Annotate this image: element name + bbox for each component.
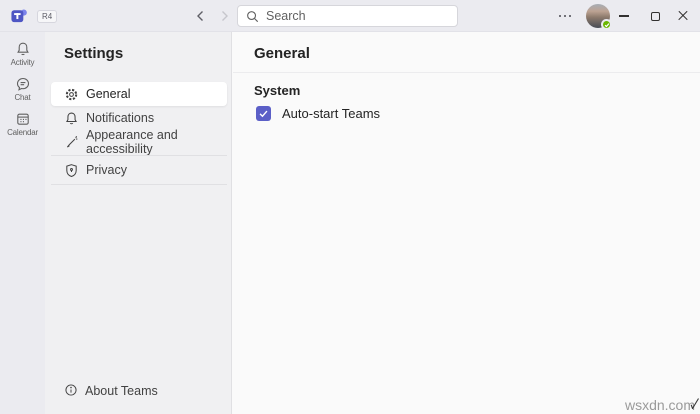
watermark: wsxdn.com <box>624 397 695 413</box>
chat-icon <box>16 77 29 91</box>
close-button[interactable] <box>672 0 694 32</box>
checkmark-icon <box>259 110 268 118</box>
teams-logo-icon <box>10 7 28 25</box>
calendar-icon <box>16 113 29 125</box>
ring-badge: R4 <box>37 10 58 23</box>
search-input[interactable] <box>266 9 449 23</box>
maximize-icon <box>650 11 660 21</box>
presence-available-icon <box>601 19 612 30</box>
teams-settings-window: R4 Search Activity Chat Calendar Setting… <box>0 0 700 414</box>
sidebar-item-privacy[interactable]: Privacy <box>51 158 227 182</box>
sidebar-item-notifications[interactable]: Notifications <box>51 106 227 130</box>
sidebar-divider <box>51 184 227 185</box>
minimize-icon <box>619 15 629 17</box>
page-title: General <box>254 45 310 62</box>
autostart-checkbox[interactable] <box>256 106 271 121</box>
cursor-icon <box>689 396 699 414</box>
back-button[interactable] <box>193 8 209 24</box>
chevron-left-icon <box>197 11 203 21</box>
sidebar-item-label: Privacy <box>86 163 127 177</box>
rail-item-calendar[interactable]: Calendar <box>0 107 45 140</box>
autostart-setting-row: Auto-start Teams <box>256 106 380 121</box>
autostart-label: Auto-start Teams <box>282 106 381 121</box>
sidebar-item-label: Appearance and accessibility <box>86 128 178 156</box>
sidebar-divider <box>51 155 227 156</box>
forward-button[interactable] <box>216 8 232 24</box>
rail-item-chat[interactable]: Chat <box>0 72 45 105</box>
search-box[interactable] <box>237 5 458 27</box>
more-options-button[interactable] <box>556 12 574 20</box>
app-rail: Activity Chat Calendar <box>0 32 45 414</box>
sidebar-item-general[interactable]: General <box>51 82 227 106</box>
about-teams-label: About Teams <box>85 384 158 398</box>
settings-sidebar: Settings General Notifications Appearanc… <box>45 32 232 414</box>
sidebar-item-label: Notifications <box>86 111 155 125</box>
settings-main-panel: General System Auto-start Teams <box>233 32 700 414</box>
close-icon <box>677 10 689 22</box>
divider <box>233 72 700 73</box>
bell-icon <box>64 111 79 126</box>
titlebar: R4 <box>0 0 700 32</box>
rail-item-activity[interactable]: Activity <box>0 37 45 70</box>
sidebar-title: Settings <box>64 45 124 62</box>
chevron-right-icon <box>222 11 228 21</box>
sidebar-item-appearance[interactable]: Appearance and accessibility <box>51 128 227 156</box>
dots-icon <box>558 14 562 18</box>
search-icon <box>246 10 259 23</box>
profile-avatar[interactable] <box>586 4 612 30</box>
gear-icon <box>64 87 79 102</box>
shield-icon <box>64 163 79 178</box>
maximize-button[interactable] <box>644 0 666 32</box>
rail-label: Activity <box>10 57 35 67</box>
rail-label: Chat <box>14 92 31 102</box>
sidebar-item-label: General <box>86 87 131 101</box>
info-icon <box>64 383 78 400</box>
rail-label: Calendar <box>7 127 38 137</box>
system-section-heading: System <box>254 83 301 98</box>
wand-icon <box>64 135 79 150</box>
minimize-button[interactable] <box>613 0 635 32</box>
bell-icon <box>16 42 29 55</box>
about-teams-button[interactable]: About Teams <box>51 380 227 402</box>
